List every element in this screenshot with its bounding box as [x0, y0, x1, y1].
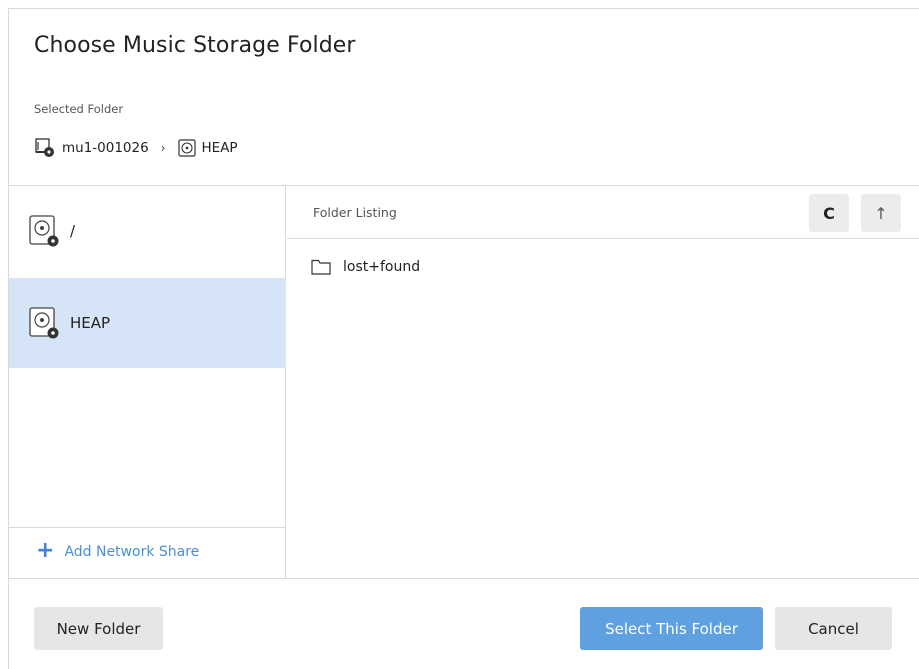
parent-folder-button[interactable]: ↑ [861, 194, 901, 232]
server-icon [34, 137, 56, 159]
plus-icon: + [36, 538, 55, 563]
choose-folder-dialog: Choose Music Storage Folder Selected Fol… [8, 8, 919, 669]
refresh-icon: C [823, 203, 835, 223]
breadcrumb: mu1-001026 › HEAP [34, 136, 238, 160]
arrow-up-icon: ↑ [874, 203, 888, 223]
new-folder-button[interactable]: New Folder [34, 607, 163, 650]
sidebar-item-root[interactable]: / [9, 186, 286, 276]
breadcrumb-separator: › [160, 141, 166, 155]
select-folder-button[interactable]: Select This Folder [580, 607, 763, 650]
selected-folder-label: Selected Folder [34, 102, 124, 116]
folder-listing-header: Folder Listing C ↑ [287, 186, 919, 239]
sidebar-item-label: / [70, 222, 76, 240]
sidebar-item-heap[interactable]: HEAP [9, 278, 286, 368]
add-network-share-label: Add Network Share [64, 544, 200, 560]
divider [9, 527, 286, 528]
breadcrumb-item-server[interactable]: mu1-001026 [62, 140, 149, 156]
add-network-share-button[interactable]: + Add Network Share [36, 538, 200, 563]
cancel-button[interactable]: Cancel [775, 607, 892, 650]
breadcrumb-item-heap[interactable]: HEAP [202, 140, 238, 156]
folder-name: lost+found [343, 259, 421, 275]
folder-listing-panel: Folder Listing C ↑ lost+found [287, 186, 919, 578]
divider [9, 578, 919, 579]
dialog-title: Choose Music Storage Folder [34, 33, 356, 58]
disk-icon [177, 139, 196, 157]
drive-icon [26, 213, 62, 249]
drive-icon [26, 305, 62, 341]
device-sidebar: / HEAP + Add Network Share [9, 186, 286, 578]
folder-listing-label: Folder Listing [313, 205, 397, 220]
folder-icon [311, 259, 331, 275]
list-item[interactable]: lost+found [311, 259, 420, 275]
sidebar-item-label: HEAP [70, 314, 111, 332]
refresh-button[interactable]: C [809, 194, 849, 232]
